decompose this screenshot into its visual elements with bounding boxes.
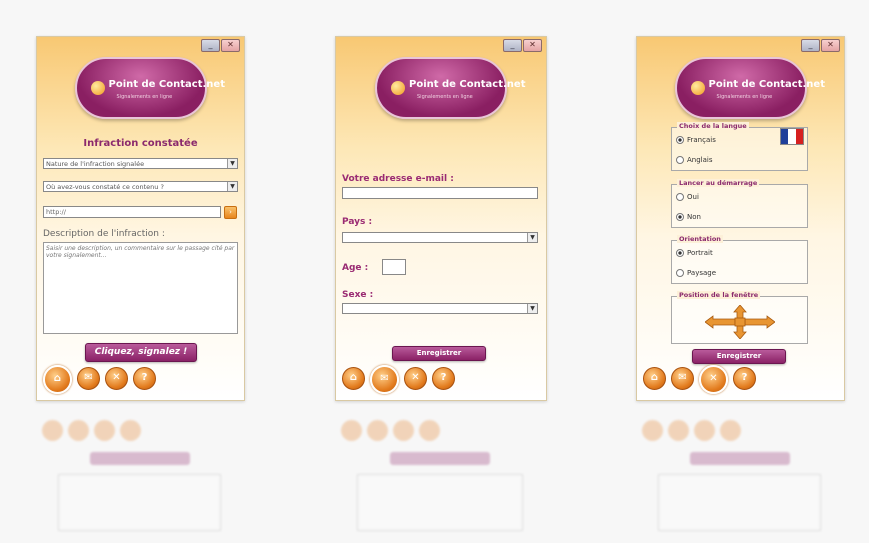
brand-logo: Point de Contact.net Signalements en lig… [74,57,225,119]
profile-window: _ ✕ Point de Contact.net Signalements en… [335,36,547,401]
window-reflection [335,410,545,535]
minimize-button[interactable]: _ [201,39,220,52]
minimize-button[interactable]: _ [503,39,522,52]
radio-french[interactable]: Français [676,136,716,144]
help-icon[interactable]: ? [133,367,156,390]
country-label: Pays : [342,217,373,227]
language-group: Choix de la langue Français Anglais [671,122,808,171]
mail-icon[interactable]: ✉ [671,367,694,390]
age-input[interactable] [382,259,406,275]
country-select[interactable]: ▼ [342,232,538,243]
mail-icon[interactable]: ✉ [370,365,399,394]
orientation-group: Orientation Portrait Paysage [671,235,808,284]
sex-label: Sexe : [342,290,374,300]
description-label: Description de l'infraction : [43,229,165,239]
radio-landscape[interactable]: Paysage [676,269,716,277]
move-arrows-icon[interactable] [704,305,775,339]
tools-icon[interactable]: ✕ [404,367,427,390]
infraction-type-select[interactable]: Nature de l'infraction signalée ▼ [43,158,238,169]
tools-icon[interactable]: ✕ [105,367,128,390]
sex-select[interactable]: ▼ [342,303,538,314]
help-icon[interactable]: ? [733,367,756,390]
home-icon[interactable]: ⌂ [342,367,365,390]
radio-startup-no[interactable]: Non [676,213,701,221]
window-controls: _ ✕ [800,39,840,52]
window-controls: _ ✕ [200,39,240,52]
url-input[interactable]: http:// [43,206,221,218]
window-reflection [636,410,843,535]
save-button[interactable]: Enregistrer [692,349,786,364]
description-textarea[interactable]: Saisir une description, un commentaire s… [43,242,238,334]
form-heading: Infraction constatée [83,138,198,149]
nav-bar: ⌂ ✉ ✕ ? [643,365,761,394]
radio-portrait[interactable]: Portrait [676,249,713,257]
location-select[interactable]: Où avez-vous constaté ce contenu ? ▼ [43,181,238,192]
submit-report-button[interactable]: Cliquez, signalez ! [85,343,197,362]
window-reflection [36,410,243,535]
mail-icon[interactable]: ✉ [77,367,100,390]
radio-startup-yes[interactable]: Oui [676,193,699,201]
brand-logo: Point de Contact.net Signalements en lig… [674,57,825,119]
email-input[interactable] [342,187,538,199]
window-controls: _ ✕ [502,39,542,52]
flag-icon [780,128,804,145]
save-button[interactable]: Enregistrer [392,346,486,361]
startup-group: Lancer au démarrage Oui Non [671,179,808,228]
close-button[interactable]: ✕ [821,39,840,52]
close-button[interactable]: ✕ [523,39,542,52]
help-icon[interactable]: ? [432,367,455,390]
settings-window: _ ✕ Point de Contact.net Signalements en… [636,36,845,401]
email-label: Votre adresse e-mail : [342,174,454,184]
home-icon[interactable]: ⌂ [43,365,72,394]
tools-icon[interactable]: ✕ [699,365,728,394]
go-icon[interactable]: › [224,206,237,219]
brand-logo: Point de Contact.net Signalements en lig… [375,57,525,119]
nav-bar: ⌂ ✉ ✕ ? [43,365,161,394]
window-position-group: Position de la fenêtre [671,291,808,344]
radio-english[interactable]: Anglais [676,156,713,164]
age-label: Age : [342,263,369,273]
close-button[interactable]: ✕ [221,39,240,52]
home-icon[interactable]: ⌂ [643,367,666,390]
report-window: _ ✕ Point de Contact.net Signalements en… [36,36,245,401]
minimize-button[interactable]: _ [801,39,820,52]
nav-bar: ⌂ ✉ ✕ ? [342,365,460,394]
